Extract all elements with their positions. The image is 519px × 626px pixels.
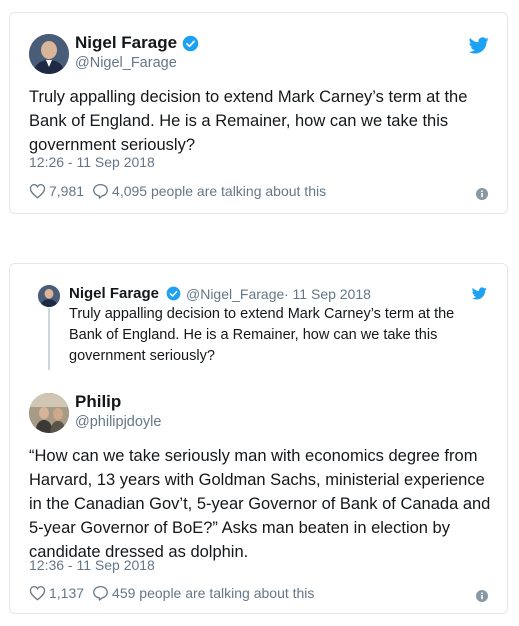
- like-count[interactable]: 1,137: [49, 585, 84, 601]
- info-icon[interactable]: [476, 187, 488, 205]
- talking-count[interactable]: 4,095 people are talking about this: [112, 183, 326, 199]
- reply-bubble-icon[interactable]: [92, 183, 109, 199]
- tweet-actions: 1,137 459 people are talking about this: [29, 585, 314, 601]
- tweet-text: Truly appalling decision to extend Mark …: [29, 88, 468, 154]
- twitter-bird-icon[interactable]: [468, 37, 489, 59]
- thread-connector-line: [48, 308, 50, 370]
- avatar-nigel-farage[interactable]: [29, 34, 69, 74]
- tweet-author-name[interactable]: Nigel Farage: [75, 33, 177, 53]
- quoted-author-handle[interactable]: @Nigel_Farage: [186, 286, 284, 302]
- avatar-nigel-farage-quoted[interactable]: [38, 285, 60, 307]
- tweet-card-2: Nigel Farage @Nigel_Farage · 11 Sep 2018…: [9, 263, 508, 614]
- heart-icon[interactable]: [29, 585, 46, 601]
- reply-bubble-icon[interactable]: [92, 585, 109, 601]
- verified-badge-icon: [182, 35, 199, 57]
- quoted-author-name[interactable]: Nigel Farage: [69, 285, 159, 302]
- tweet-author-handle[interactable]: @philipjdoyle: [75, 414, 161, 430]
- verified-badge-icon: [166, 286, 181, 306]
- tweet-card-1: Nigel Farage @Nigel_Farage Truly appalli…: [9, 12, 508, 214]
- tweet-text: “How can we take seriously man with econ…: [29, 447, 491, 561]
- heart-icon[interactable]: [29, 183, 46, 199]
- quoted-date[interactable]: · 11 Sep 2018: [284, 286, 371, 302]
- tweet-actions: 7,981 4,095 people are talking about thi…: [29, 183, 326, 199]
- tweet-timestamp[interactable]: 12:36 - 11 Sep 2018: [29, 557, 155, 573]
- talking-count[interactable]: 459 people are talking about this: [112, 585, 314, 601]
- tweet-timestamp[interactable]: 12:26 - 11 Sep 2018: [29, 154, 155, 170]
- tweet-author-name[interactable]: Philip: [75, 392, 121, 412]
- quoted-tweet-text: Truly appalling decision to extend Mark …: [69, 306, 455, 364]
- avatar-philip[interactable]: [29, 393, 69, 433]
- info-icon[interactable]: [476, 589, 488, 607]
- twitter-bird-icon[interactable]: [471, 287, 487, 305]
- tweet-author-handle[interactable]: @Nigel_Farage: [75, 55, 177, 71]
- like-count[interactable]: 7,981: [49, 183, 84, 199]
